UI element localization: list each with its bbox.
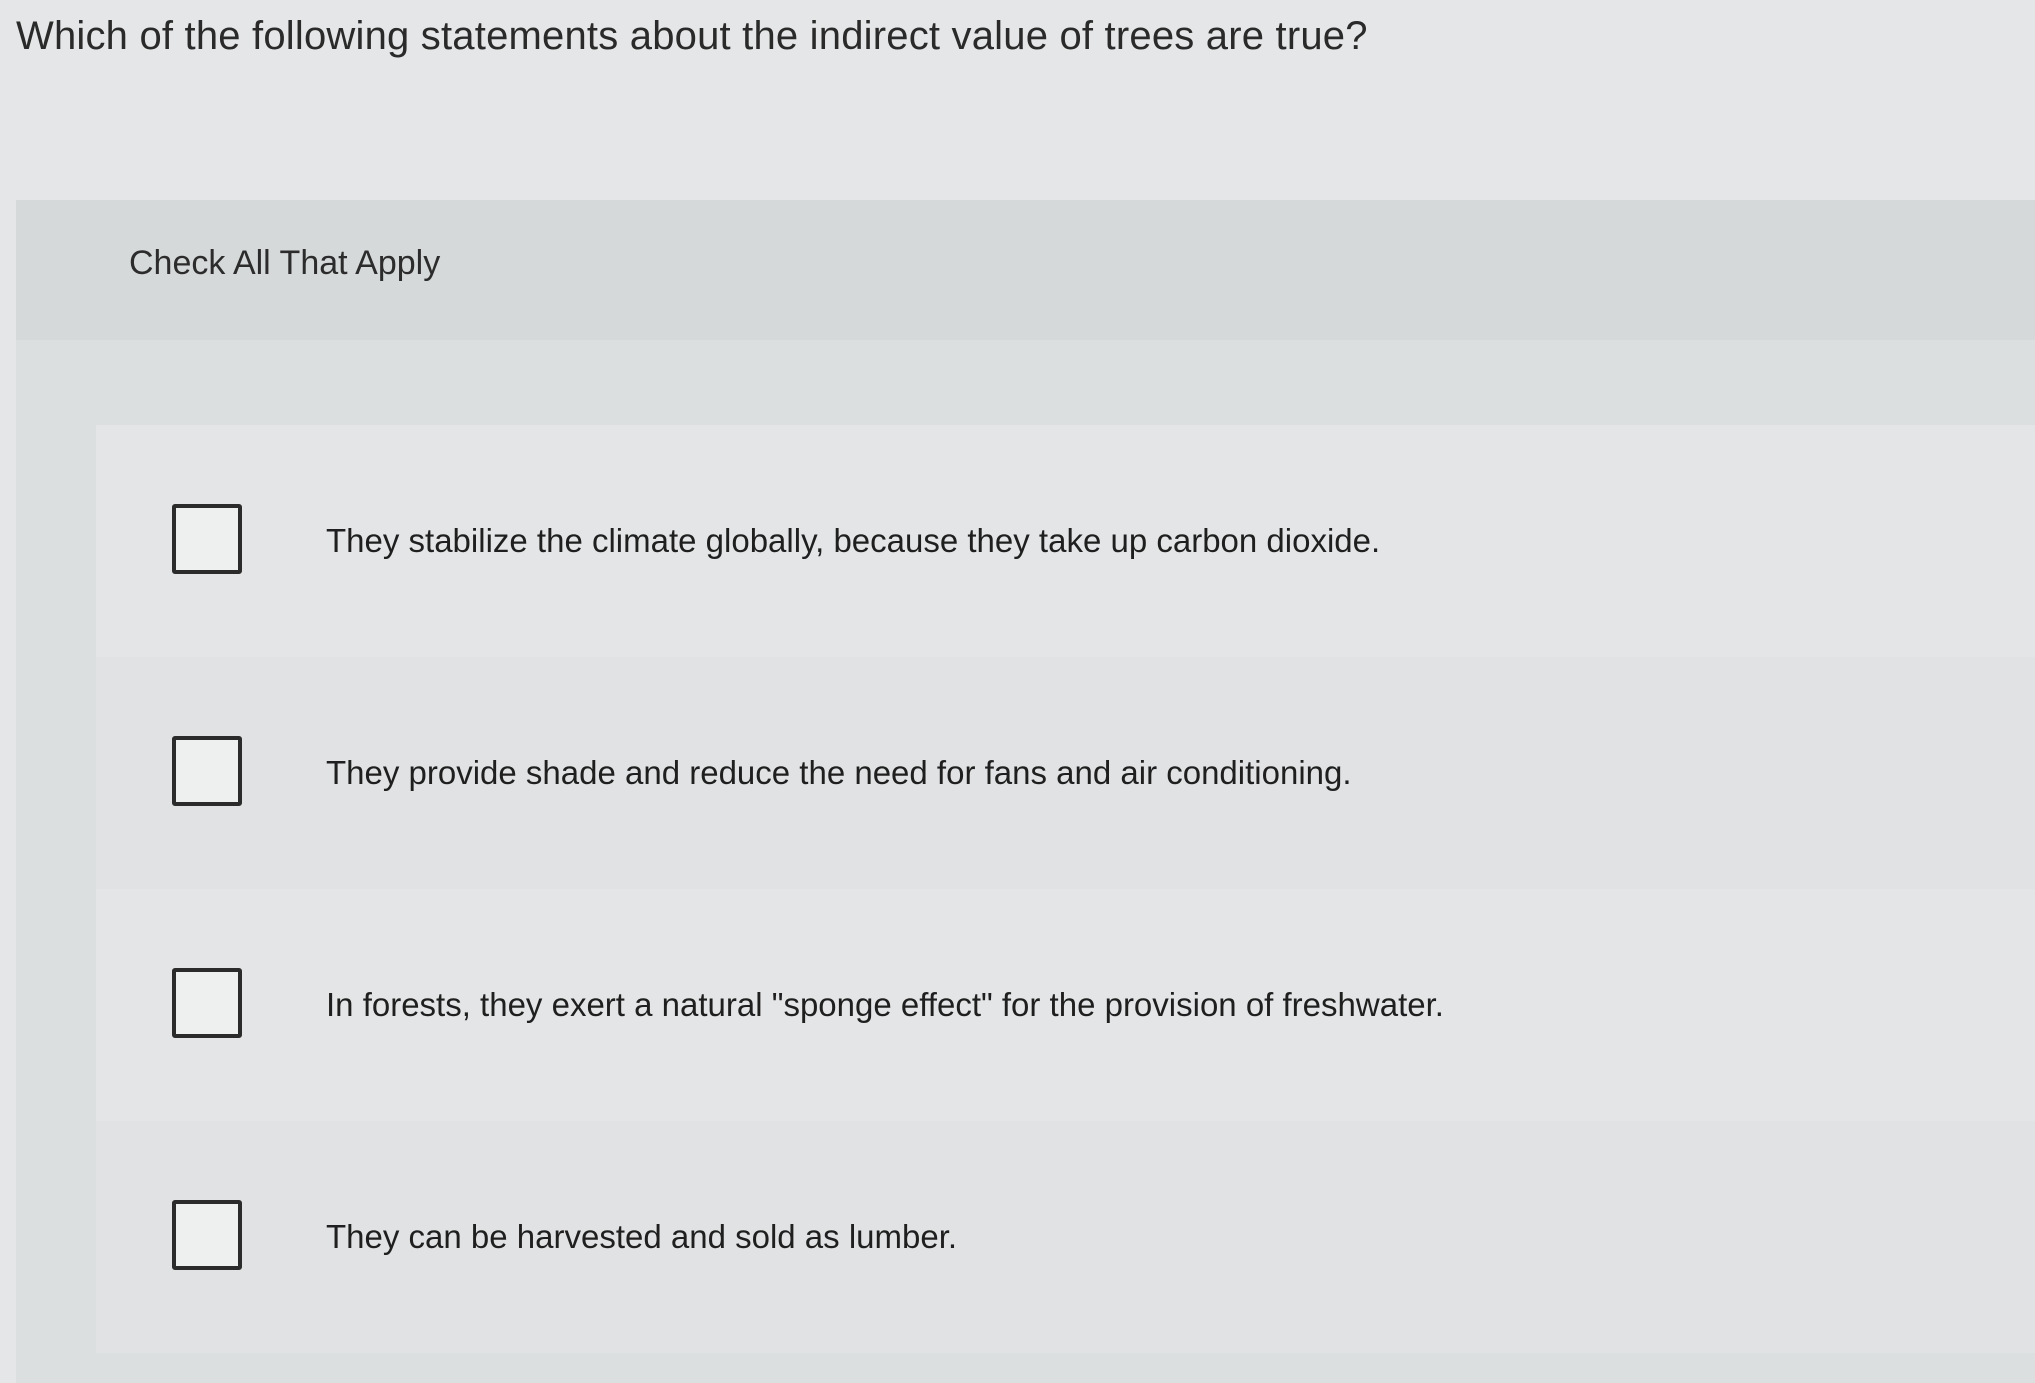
option-label[interactable]: They provide shade and reduce the need f… xyxy=(326,754,1352,792)
options-list: They stabilize the climate globally, bec… xyxy=(96,425,2035,1353)
question-text: Which of the following statements about … xyxy=(16,14,1368,58)
checkbox-option-3[interactable] xyxy=(172,968,242,1038)
instruction-band: Check All That Apply xyxy=(16,200,2035,340)
option-item[interactable]: In forests, they exert a natural "sponge… xyxy=(96,889,2035,1121)
option-label[interactable]: In forests, they exert a natural "sponge… xyxy=(326,986,1444,1024)
answer-panel: Check All That Apply They stabilize the … xyxy=(16,200,2035,1383)
option-label[interactable]: They stabilize the climate globally, bec… xyxy=(326,522,1380,560)
option-item[interactable]: They can be harvested and sold as lumber… xyxy=(96,1121,2035,1353)
checkbox-option-1[interactable] xyxy=(172,504,242,574)
option-label[interactable]: They can be harvested and sold as lumber… xyxy=(326,1218,957,1256)
option-item[interactable]: They provide shade and reduce the need f… xyxy=(96,657,2035,889)
instruction-text: Check All That Apply xyxy=(129,244,441,282)
checkbox-option-4[interactable] xyxy=(172,1200,242,1270)
option-item[interactable]: They stabilize the climate globally, bec… xyxy=(96,425,2035,657)
checkbox-option-2[interactable] xyxy=(172,736,242,806)
